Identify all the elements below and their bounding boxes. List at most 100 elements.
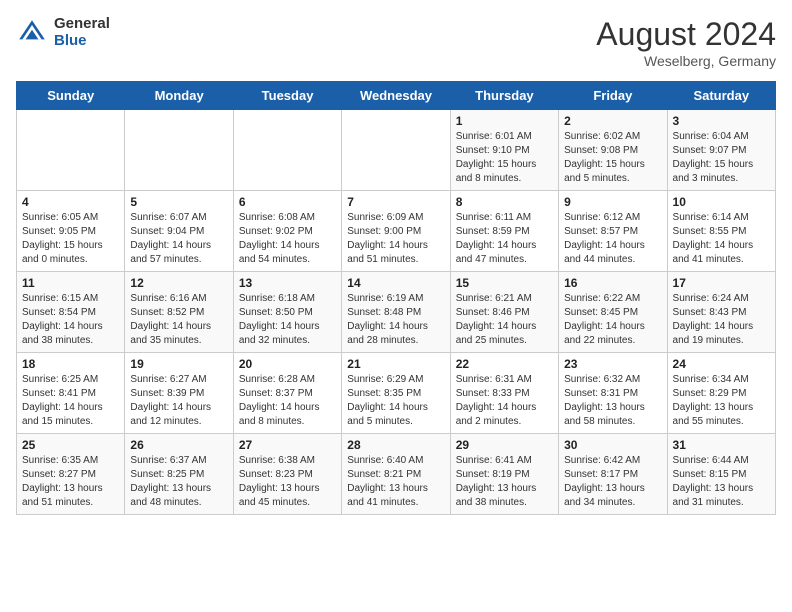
calendar-cell: 4 Sunrise: 6:05 AMSunset: 9:05 PMDaylight… xyxy=(17,191,125,272)
day-number: 5 xyxy=(130,195,227,209)
calendar-week-row: 11Sunrise: 6:15 AMSunset: 8:54 PMDayligh… xyxy=(17,272,776,353)
month-year-title: August 2024 xyxy=(596,16,776,53)
calendar-cell: 11Sunrise: 6:15 AMSunset: 8:54 PMDayligh… xyxy=(17,272,125,353)
day-number: 10 xyxy=(673,195,770,209)
calendar-cell: 15 Sunrise: 6:21 AMSunset: 8:46 PMDayligh… xyxy=(450,272,558,353)
day-info: Sunrise: 6:31 AMSunset: 8:33 PMDaylight:… xyxy=(456,373,553,429)
day-number: 3 xyxy=(673,114,770,128)
calendar-cell: 13 Sunrise: 6:18 AMSunset: 8:50 PMDayligh… xyxy=(233,272,341,353)
day-of-week-header: Thursday xyxy=(450,82,558,110)
day-info: Sunrise: 6:18 AMSunset: 8:50 PMDaylight:… xyxy=(239,292,336,348)
calendar-cell: 14 Sunrise: 6:19 AMSunset: 8:48 PMDayligh… xyxy=(342,272,450,353)
day-number: 11 xyxy=(22,276,119,290)
day-info: Sunrise: 6:28 AMSunset: 8:37 PMDaylight:… xyxy=(239,373,336,429)
day-number: 31 xyxy=(673,438,770,452)
day-info: Sunrise: 6:44 AMSunset: 8:15 PMDaylight:… xyxy=(673,454,770,510)
day-info: Sunrise: 6:08 AMSunset: 9:02 PMDaylight:… xyxy=(239,211,336,267)
day-info: Sunrise: 6:27 AMSunset: 8:39 PMDaylight:… xyxy=(130,373,227,429)
location-subtitle: Weselberg, Germany xyxy=(596,53,776,69)
title-block: August 2024 Weselberg, Germany xyxy=(596,16,776,69)
logo-icon xyxy=(16,17,48,49)
calendar-week-row: 4 Sunrise: 6:05 AMSunset: 9:05 PMDaylight… xyxy=(17,191,776,272)
day-info: Sunrise: 6:16 AMSunset: 8:52 PMDaylight:… xyxy=(130,292,227,348)
day-number: 18 xyxy=(22,357,119,371)
day-info: Sunrise: 6:34 AMSunset: 8:29 PMDaylight:… xyxy=(673,373,770,429)
day-info: Sunrise: 6:01 AMSunset: 9:10 PMDaylight:… xyxy=(456,130,553,186)
calendar-cell: 23 Sunrise: 6:32 AMSunset: 8:31 PMDayligh… xyxy=(559,353,667,434)
day-info: Sunrise: 6:24 AMSunset: 8:43 PMDaylight:… xyxy=(673,292,770,348)
day-info: Sunrise: 6:02 AMSunset: 9:08 PMDaylight:… xyxy=(564,130,661,186)
calendar-cell: 1 Sunrise: 6:01 AMSunset: 9:10 PMDaylight… xyxy=(450,110,558,191)
day-number: 30 xyxy=(564,438,661,452)
calendar-cell: 22Sunrise: 6:31 AMSunset: 8:33 PMDayligh… xyxy=(450,353,558,434)
calendar-cell xyxy=(17,110,125,191)
calendar-body: 1 Sunrise: 6:01 AMSunset: 9:10 PMDaylight… xyxy=(17,110,776,515)
day-info: Sunrise: 6:07 AMSunset: 9:04 PMDaylight:… xyxy=(130,211,227,267)
day-info: Sunrise: 6:25 AMSunset: 8:41 PMDaylight:… xyxy=(22,373,119,429)
day-number: 9 xyxy=(564,195,661,209)
logo: General Blue xyxy=(16,16,110,49)
day-number: 6 xyxy=(239,195,336,209)
day-number: 2 xyxy=(564,114,661,128)
day-info: Sunrise: 6:05 AMSunset: 9:05 PMDaylight:… xyxy=(22,211,119,267)
day-number: 23 xyxy=(564,357,661,371)
page-header: General Blue August 2024 Weselberg, Germ… xyxy=(16,16,776,69)
day-number: 15 xyxy=(456,276,553,290)
calendar-cell: 20Sunrise: 6:28 AMSunset: 8:37 PMDayligh… xyxy=(233,353,341,434)
days-of-week-row: SundayMondayTuesdayWednesdayThursdayFrid… xyxy=(17,82,776,110)
day-number: 12 xyxy=(130,276,227,290)
calendar-cell: 26 Sunrise: 6:37 AMSunset: 8:25 PMDayligh… xyxy=(125,434,233,515)
day-of-week-header: Tuesday xyxy=(233,82,341,110)
calendar-cell: 27 Sunrise: 6:38 AMSunset: 8:23 PMDayligh… xyxy=(233,434,341,515)
day-of-week-header: Monday xyxy=(125,82,233,110)
calendar-cell: 24 Sunrise: 6:34 AMSunset: 8:29 PMDayligh… xyxy=(667,353,775,434)
calendar-cell: 7Sunrise: 6:09 AMSunset: 9:00 PMDaylight… xyxy=(342,191,450,272)
day-info: Sunrise: 6:19 AMSunset: 8:48 PMDaylight:… xyxy=(347,292,444,348)
calendar-cell: 29Sunrise: 6:41 AMSunset: 8:19 PMDayligh… xyxy=(450,434,558,515)
day-number: 1 xyxy=(456,114,553,128)
day-info: Sunrise: 6:32 AMSunset: 8:31 PMDaylight:… xyxy=(564,373,661,429)
day-number: 28 xyxy=(347,438,444,452)
day-info: Sunrise: 6:09 AMSunset: 9:00 PMDaylight:… xyxy=(347,211,444,267)
calendar-cell: 6 Sunrise: 6:08 AMSunset: 9:02 PMDaylight… xyxy=(233,191,341,272)
calendar-cell: 28Sunrise: 6:40 AMSunset: 8:21 PMDayligh… xyxy=(342,434,450,515)
day-number: 29 xyxy=(456,438,553,452)
calendar-cell: 2 Sunrise: 6:02 AMSunset: 9:08 PMDaylight… xyxy=(559,110,667,191)
calendar-cell: 30Sunrise: 6:42 AMSunset: 8:17 PMDayligh… xyxy=(559,434,667,515)
logo-text: General Blue xyxy=(54,16,110,49)
calendar-cell: 3 Sunrise: 6:04 AMSunset: 9:07 PMDaylight… xyxy=(667,110,775,191)
day-of-week-header: Friday xyxy=(559,82,667,110)
day-info: Sunrise: 6:11 AMSunset: 8:59 PMDaylight:… xyxy=(456,211,553,267)
calendar-header: SundayMondayTuesdayWednesdayThursdayFrid… xyxy=(17,82,776,110)
calendar-week-row: 18 Sunrise: 6:25 AMSunset: 8:41 PMDayligh… xyxy=(17,353,776,434)
day-number: 14 xyxy=(347,276,444,290)
calendar-cell: 21Sunrise: 6:29 AMSunset: 8:35 PMDayligh… xyxy=(342,353,450,434)
day-info: Sunrise: 6:12 AMSunset: 8:57 PMDaylight:… xyxy=(564,211,661,267)
day-number: 27 xyxy=(239,438,336,452)
calendar-table: SundayMondayTuesdayWednesdayThursdayFrid… xyxy=(16,81,776,515)
day-number: 17 xyxy=(673,276,770,290)
day-number: 4 xyxy=(22,195,119,209)
day-info: Sunrise: 6:22 AMSunset: 8:45 PMDaylight:… xyxy=(564,292,661,348)
day-number: 13 xyxy=(239,276,336,290)
day-number: 19 xyxy=(130,357,227,371)
calendar-cell xyxy=(233,110,341,191)
day-number: 16 xyxy=(564,276,661,290)
day-info: Sunrise: 6:38 AMSunset: 8:23 PMDaylight:… xyxy=(239,454,336,510)
day-of-week-header: Sunday xyxy=(17,82,125,110)
day-info: Sunrise: 6:04 AMSunset: 9:07 PMDaylight:… xyxy=(673,130,770,186)
day-info: Sunrise: 6:21 AMSunset: 8:46 PMDaylight:… xyxy=(456,292,553,348)
calendar-cell: 17 Sunrise: 6:24 AMSunset: 8:43 PMDayligh… xyxy=(667,272,775,353)
calendar-cell: 5 Sunrise: 6:07 AMSunset: 9:04 PMDaylight… xyxy=(125,191,233,272)
day-number: 24 xyxy=(673,357,770,371)
logo-blue-text: Blue xyxy=(54,33,110,50)
day-number: 26 xyxy=(130,438,227,452)
calendar-cell: 19 Sunrise: 6:27 AMSunset: 8:39 PMDayligh… xyxy=(125,353,233,434)
day-info: Sunrise: 6:37 AMSunset: 8:25 PMDaylight:… xyxy=(130,454,227,510)
calendar-week-row: 1 Sunrise: 6:01 AMSunset: 9:10 PMDaylight… xyxy=(17,110,776,191)
calendar-cell xyxy=(125,110,233,191)
day-number: 21 xyxy=(347,357,444,371)
day-of-week-header: Wednesday xyxy=(342,82,450,110)
calendar-cell: 18 Sunrise: 6:25 AMSunset: 8:41 PMDayligh… xyxy=(17,353,125,434)
calendar-cell: 25Sunrise: 6:35 AMSunset: 8:27 PMDayligh… xyxy=(17,434,125,515)
